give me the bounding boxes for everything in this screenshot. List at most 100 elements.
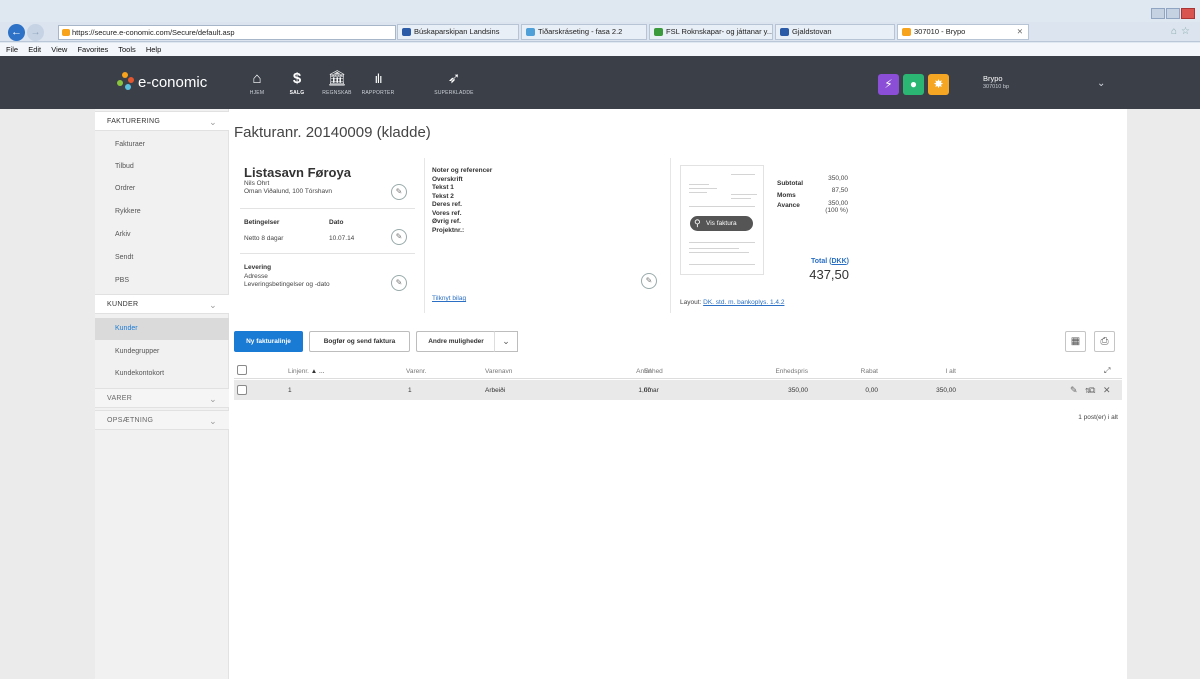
back-icon[interactable]: ← (8, 24, 25, 41)
nav-superkladde[interactable]: ➶ SUPERKLADDE (432, 70, 476, 96)
table-row[interactable] (234, 380, 1122, 400)
nav-label: SUPERKLADDE (434, 90, 474, 96)
col-linjenr[interactable]: Linjenr. ▲ ... (288, 368, 324, 375)
table-columns-icon[interactable]: ▦ (1065, 331, 1086, 352)
sidebar-section-kunder[interactable]: KUNDER ⌄ (95, 294, 229, 314)
terms-value: Netto 8 dagar (244, 235, 284, 242)
total-label-suffix: ) (846, 258, 849, 265)
edit-customer-pencil-icon[interactable]: ✎ (391, 184, 407, 200)
sidebar-item-kundegrupper[interactable]: Kundegrupper (95, 341, 229, 363)
delete-row-icon[interactable]: ✕ (1103, 385, 1111, 396)
home-star-icons[interactable]: ⌂☆ (1171, 26, 1194, 37)
select-all-checkbox[interactable] (237, 365, 247, 375)
nav-regnskab[interactable]: 🏛 REGNSKAB (317, 70, 357, 96)
nav-salg[interactable]: $ SALG (277, 70, 317, 96)
user-account: 307010 bp (983, 84, 1009, 90)
chevron-down-icon: ⌄ (209, 300, 217, 310)
window-close-icon[interactable] (1181, 8, 1195, 19)
more-options-button[interactable]: Andre muligheder (416, 331, 495, 352)
menu-help[interactable]: Help (146, 45, 161, 54)
col-rabat[interactable]: Rabat (840, 368, 878, 375)
col-ialt[interactable]: I alt (930, 368, 956, 375)
notes-references: Noter og referencer Overskrift Tekst 1 T… (432, 167, 492, 235)
browser-tab[interactable]: Gjaldstovan (775, 24, 895, 40)
customer-contact: Nils Ohrt (244, 180, 270, 187)
chevron-down-icon[interactable]: ⌄ (1097, 78, 1105, 89)
settings-gear-icon[interactable]: ✸ (928, 74, 949, 95)
col-varenr[interactable]: Varenr. (406, 368, 426, 375)
nav-label: RAPPORTER (361, 90, 395, 96)
sidebar-item-sendt[interactable]: Sendt (95, 247, 229, 269)
maximize-icon[interactable] (1166, 8, 1180, 19)
nav-hjem[interactable]: ⌂ HJEM (237, 70, 277, 96)
menu-tools[interactable]: Tools (118, 45, 136, 54)
divider (240, 253, 415, 254)
sidebar-item-kunder[interactable]: Kunder (95, 318, 229, 340)
expand-icon[interactable]: ⤢ (1104, 366, 1110, 376)
date-label: Dato (329, 219, 344, 226)
address-bar[interactable]: https://secure.e-conomic.com/Secure/defa… (58, 25, 396, 40)
menu-edit[interactable]: Edit (28, 45, 41, 54)
avance-label: Avance (777, 202, 800, 209)
col-enhed[interactable]: Enhed (644, 368, 663, 375)
edit-row-pencil-icon[interactable]: ✎ (1070, 385, 1078, 396)
menu-favorites[interactable]: Favorites (77, 45, 108, 54)
chevron-down-icon[interactable]: ⌄ (494, 331, 518, 352)
sidebar-item-pbs[interactable]: PBS (95, 270, 229, 292)
browser-tab[interactable]: FSL Roknskapar- og játtanar y... (649, 24, 773, 40)
nav-label: HJEM (249, 90, 265, 96)
tab-favicon-icon (902, 28, 911, 36)
sidebar-item-fakturaer[interactable]: Fakturaer (95, 134, 229, 156)
sidebar-section-opsaetning[interactable]: OPSÆTNING ⌄ (95, 410, 229, 430)
col-enhedspris[interactable]: Enhedspris (762, 368, 808, 375)
close-icon[interactable]: ✕ (1017, 25, 1023, 39)
sidebar-item-arkiv[interactable]: Arkiv (95, 224, 229, 246)
sidebar-item-rykkere[interactable]: Rykkere (95, 201, 229, 223)
print-icon[interactable]: ⎙ (1094, 331, 1115, 352)
col-linjenr-label: Linjenr. (288, 368, 309, 375)
edit-notes-pencil-icon[interactable]: ✎ (641, 273, 657, 289)
page-title: Fakturanr. 20140009 (kladde) (234, 124, 431, 141)
browser-tab[interactable]: Búskaparskipan Landsins (397, 24, 519, 40)
site-favicon-icon (62, 29, 70, 36)
browser-tab[interactable]: Tiðarskráseting - fasa 2.2 (521, 24, 647, 40)
sidebar-section-varer[interactable]: VARER ⌄ (95, 388, 229, 408)
menu-view[interactable]: View (51, 45, 67, 54)
layout-link[interactable]: DK. std. m. bankoplys. 1.4.2 (703, 299, 784, 306)
nav-rapporter[interactable]: ılı RAPPORTER (358, 70, 398, 96)
edit-delivery-pencil-icon[interactable]: ✎ (391, 275, 407, 291)
total-currency-link[interactable]: DKK (831, 258, 846, 265)
user-menu[interactable]: Brypo 307010 bp (983, 74, 1009, 90)
minimize-icon[interactable] (1151, 8, 1165, 19)
note-tekst1: Tekst 1 (432, 184, 454, 191)
help-chat-icon[interactable]: ● (903, 74, 924, 95)
copy-row-icon[interactable]: ⧉ (1089, 385, 1095, 396)
browser-tab-active[interactable]: 307010 - Brypo ✕ (897, 24, 1029, 40)
sidebar-item-ordrer[interactable]: Ordrer (95, 178, 229, 200)
section-label: KUNDER (107, 301, 139, 308)
logo-mark-icon (116, 72, 136, 90)
note-overskrift: Overskrift (432, 175, 463, 183)
customer-name[interactable]: Listasavn Føroya (244, 165, 351, 180)
cell-varenr: 1 (408, 387, 412, 394)
col-varenavn[interactable]: Varenavn (485, 368, 512, 375)
address-url: https://secure.e-conomic.com/Secure/defa… (72, 28, 235, 37)
sidebar-section-faktureringer[interactable]: FAKTURERING ⌄ (95, 111, 229, 131)
new-invoice-line-button[interactable]: Ny fakturalinje (234, 331, 303, 352)
bar-chart-icon: ılı (374, 71, 382, 86)
total-label-prefix: Total ( (811, 258, 832, 265)
logo[interactable]: e-conomic (116, 72, 207, 94)
forward-icon[interactable]: → (27, 24, 44, 41)
edit-terms-pencil-icon[interactable]: ✎ (391, 229, 407, 245)
sidebar-item-tilbud[interactable]: Tilbud (95, 156, 229, 178)
sidebar-item-kundekontokort[interactable]: Kundekontokort (95, 363, 229, 385)
vis-faktura-button[interactable]: ⚲ Vis faktura (690, 216, 753, 231)
terms-label: Betingelser (244, 219, 280, 226)
book-and-send-button[interactable]: Bogfør og send faktura (309, 331, 410, 352)
row-checkbox[interactable] (237, 385, 247, 395)
menu-file[interactable]: File (6, 45, 18, 54)
attach-voucher-link[interactable]: Tilknyt bilag (432, 295, 466, 302)
lightning-icon[interactable]: ⚡ (878, 74, 899, 95)
cell-rabat: 0,00 (865, 387, 878, 394)
rocket-icon: ➶ (447, 70, 461, 87)
